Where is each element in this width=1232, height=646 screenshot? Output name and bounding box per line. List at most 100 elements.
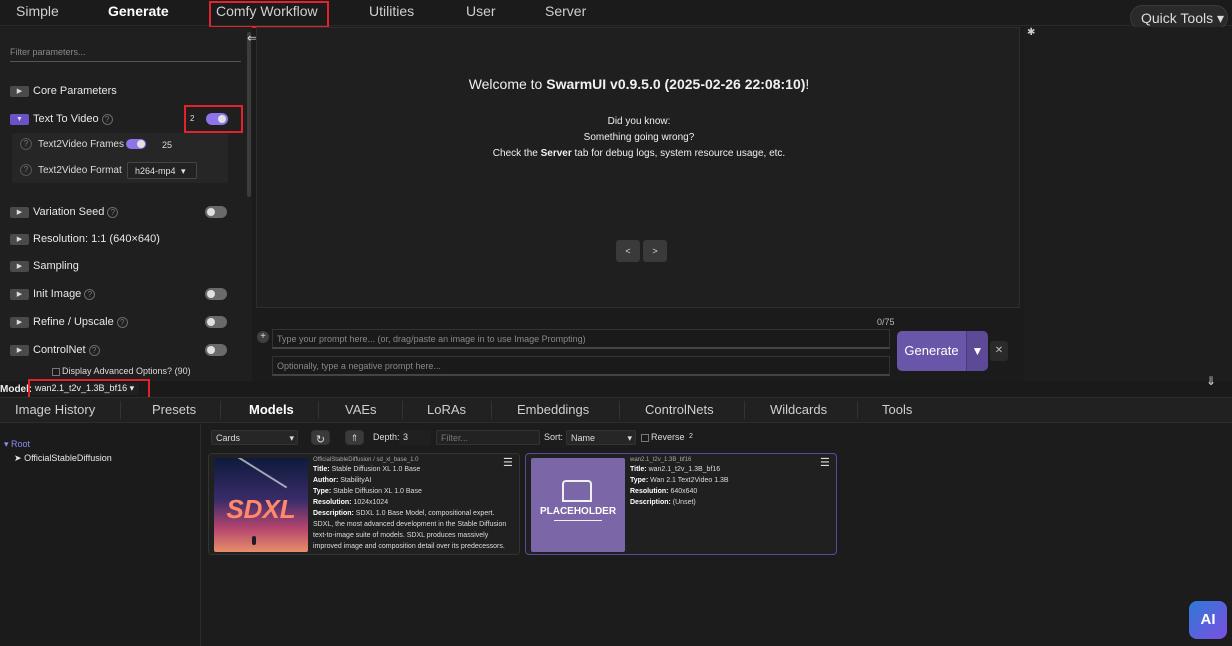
group-init-image[interactable]: ▶ Init Image? (10, 288, 96, 302)
group-sampling[interactable]: ▶ Sampling (10, 260, 79, 274)
right-panel (1024, 27, 1232, 381)
model-card-sdxl[interactable]: SDXL OfficialStableDiffusion / sd_xl_bas… (208, 453, 520, 555)
reverse-checkbox[interactable]: Reverse (641, 432, 685, 442)
help-icon[interactable]: ? (20, 164, 32, 176)
init-image-toggle[interactable] (205, 288, 227, 300)
token-counter: 0/75 (877, 317, 895, 327)
card-resolution: 640x640 (670, 488, 698, 495)
chevron-right-icon: ➤ (14, 453, 22, 463)
tip-line-2: Check the Server tab for debug logs, sys… (257, 148, 1021, 159)
depth-input[interactable]: 3 (399, 430, 431, 445)
filter-parameters-input[interactable]: Filter parameters... (10, 47, 241, 62)
title-label: Title: (630, 466, 647, 473)
author-label: Author: (313, 477, 339, 484)
tab-utilities[interactable]: Utilities (369, 3, 414, 19)
camera-outline-icon (562, 480, 592, 502)
group-core-parameters[interactable]: ▶ Core Parameters (10, 85, 117, 99)
group-label: Resolution: 1:1 (640×640) (33, 233, 160, 245)
group-refine-upscale[interactable]: ▶ Refine / Upscale? (10, 316, 128, 330)
help-icon[interactable]: ? (107, 206, 119, 218)
checkbox-box (52, 367, 60, 376)
up-folder-icon[interactable]: ⇑ (345, 430, 364, 445)
tab-divider (744, 401, 745, 419)
model-bar (0, 381, 1232, 397)
expand-bottom-panel-icon[interactable]: ⇓ (1206, 374, 1216, 388)
collapse-caret-icon: ▼ (10, 113, 29, 125)
cancel-icon[interactable]: ✕ (990, 341, 1008, 361)
format-value: h264-mp4 (135, 166, 176, 176)
help-icon[interactable]: ? (20, 138, 32, 150)
add-icon[interactable]: + (257, 331, 269, 343)
frames-slider[interactable] (126, 139, 146, 149)
controlnet-toggle[interactable] (205, 344, 227, 356)
group-label: Refine / Upscale (33, 316, 114, 328)
tab-loras[interactable]: LoRAs (427, 402, 466, 417)
card-title-row: Title: Stable Diffusion XL 1.0 Base (313, 464, 420, 475)
advanced-options-checkbox[interactable]: Display Advanced Options? (90) (52, 366, 191, 376)
parameters-panel: Filter parameters... ▶ Core Parameters ▼ T… (0, 27, 252, 381)
sort-value: Name (571, 433, 596, 443)
chevron-down-icon: ▾ (627, 433, 632, 443)
welcome-message: Welcome to SwarmUI v0.9.5.0 (2025-02-26 … (257, 76, 1021, 92)
parameters-scrollbar[interactable] (247, 32, 251, 197)
refresh-icon[interactable]: ↻ (311, 430, 330, 446)
tab-presets[interactable]: Presets (152, 402, 196, 417)
tab-image-history[interactable]: Image History (15, 402, 95, 417)
placeholder-text: PLACEHOLDER (539, 506, 617, 517)
tab-divider (857, 401, 858, 419)
hamburger-menu-icon[interactable]: ☰ (503, 456, 513, 469)
group-text-to-video[interactable]: ▼ Text To Video? (10, 113, 113, 127)
generate-options-chevron-icon[interactable]: ▼ (966, 331, 988, 371)
image-output-area: Welcome to SwarmUI v0.9.5.0 (2025-02-26 … (256, 27, 1020, 308)
tip-line-1: Something going wrong? (583, 132, 695, 143)
frames-value-input[interactable]: 25 (162, 140, 172, 150)
tab-vaes[interactable]: VAEs (345, 402, 377, 417)
format-select[interactable]: h264-mp4 ▾ (127, 162, 197, 179)
card-description-row: Description: SDXL 1.0 Base Model, compos… (313, 508, 516, 554)
group-variation-seed[interactable]: ▶ Variation Seed? (10, 206, 119, 220)
refine-upscale-toggle[interactable] (205, 316, 227, 328)
group-label: Init Image (33, 288, 82, 300)
highlight-box-model-select (28, 379, 150, 399)
help-icon[interactable]: ? (116, 316, 128, 328)
tab-simple[interactable]: Simple (16, 3, 59, 19)
help-icon[interactable]: ? (101, 113, 113, 125)
tip-server: Server (540, 148, 572, 159)
help-icon[interactable]: ? (88, 344, 100, 356)
help-icon[interactable]: ? (84, 288, 96, 300)
tab-generate[interactable]: Generate (108, 3, 169, 19)
next-tip-button[interactable]: > (643, 240, 667, 262)
gear-icon[interactable]: ✱ (1027, 27, 1035, 38)
model-card-wan[interactable]: PLACEHOLDER wan2.1_t2v_1.3B_bf16 Title: … (525, 453, 837, 555)
tab-embeddings[interactable]: Embeddings (517, 402, 589, 417)
tab-user[interactable]: User (466, 3, 496, 19)
sort-label: Sort: (544, 432, 564, 442)
tab-tools[interactable]: Tools (882, 402, 912, 417)
negative-prompt-input[interactable]: Optionally, type a negative prompt here.… (272, 356, 890, 376)
sort-select[interactable]: Name ▾ (566, 430, 636, 445)
tab-server[interactable]: Server (545, 3, 586, 19)
chevron-down-icon: ▾ (1217, 10, 1225, 26)
welcome-version: SwarmUI v0.9.5.0 (2025-02-26 22:08:10) (546, 76, 806, 92)
expand-caret-icon: ▶ (10, 260, 29, 272)
hamburger-menu-icon[interactable]: ☰ (820, 456, 830, 469)
view-mode-select[interactable]: Cards ▾ (211, 430, 298, 445)
browser-filter-input[interactable]: Filter... (436, 430, 540, 445)
tab-wildcards[interactable]: Wildcards (770, 402, 827, 417)
card-title: wan2.1_t2v_1.3B_bf16 (648, 466, 721, 473)
expand-caret-icon: ▶ (10, 288, 29, 300)
group-controlnet[interactable]: ▶ ControlNet? (10, 344, 100, 358)
tab-controlnets[interactable]: ControlNets (645, 402, 714, 417)
tab-models[interactable]: Models (249, 402, 294, 417)
previous-tip-button[interactable]: < (616, 240, 640, 262)
generate-button[interactable]: Generate (897, 331, 966, 371)
prompt-input[interactable]: Type your prompt here... (or, drag/paste… (272, 329, 890, 349)
tab-divider (120, 401, 121, 419)
tree-item-officialstablediffusion[interactable]: ➤ OfficialStableDiffusion (14, 453, 112, 464)
placeholder-underline (554, 520, 602, 521)
variation-seed-toggle[interactable] (205, 206, 227, 218)
group-label: Text To Video (33, 113, 99, 125)
resolution-label: Resolution: (313, 499, 352, 506)
group-resolution[interactable]: ▶ Resolution: 1:1 (640×640) (10, 233, 160, 247)
tree-item-root[interactable]: ▾ Root (4, 439, 30, 450)
